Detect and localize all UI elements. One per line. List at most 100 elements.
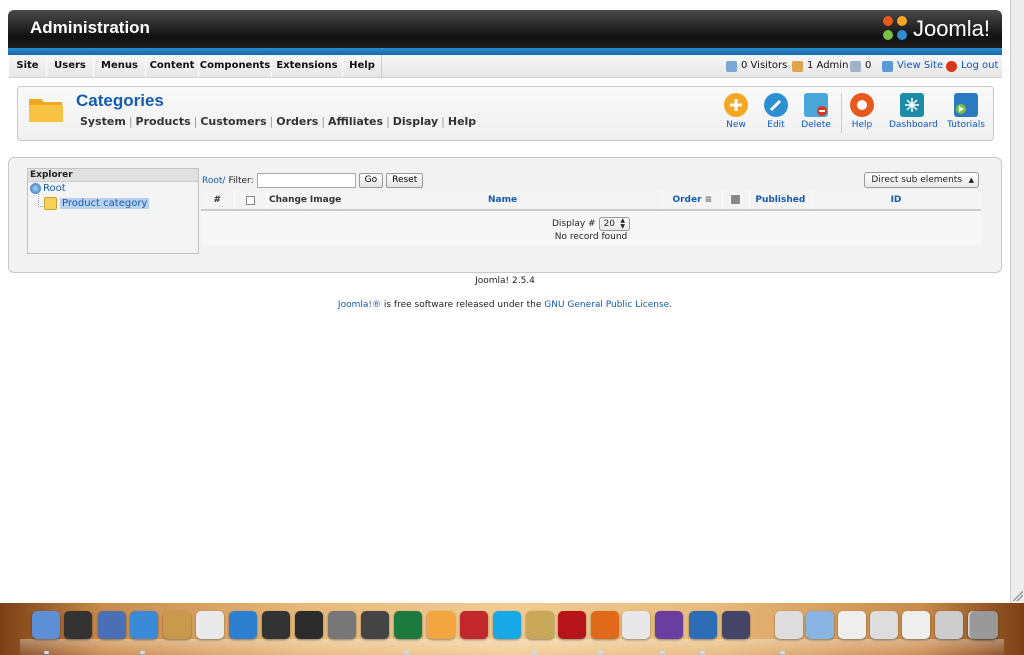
dock-app-icon[interactable] [689,611,717,639]
sort-icon: ≡ [704,195,713,205]
macos-dock [0,603,1024,655]
view-site-link[interactable]: View Site [882,55,943,77]
globe-icon [30,183,41,194]
dashboard-button[interactable]: Dashboard [889,93,938,130]
joomla-logo-icon [882,16,909,42]
dock-app-icon[interactable] [98,611,126,639]
col-order[interactable]: Order ≡ [663,191,723,209]
breadcrumb-root[interactable]: Root/ [202,176,225,186]
categories-table: # Change Image Name Order ≡ Published ID… [201,191,981,245]
edit-button[interactable]: Edit [754,93,798,130]
dock-shelf [20,639,1004,655]
dock-app-icon[interactable] [775,611,803,639]
updown-arrow-icon: ▲▼ [620,217,626,230]
submenu-orders[interactable]: Orders [276,115,318,128]
dock-app-icon[interactable] [622,611,650,639]
resize-grip-icon[interactable] [1013,591,1023,601]
dock-app-icon[interactable] [460,611,488,639]
category-submenu: System | Products | Customers | Orders | Aff… [80,115,477,128]
empty-message: No record found [554,232,628,242]
dock-app-icon[interactable] [328,611,356,639]
dock-app-icon[interactable] [295,611,323,639]
col-checkbox[interactable] [235,191,269,209]
menu-components[interactable]: Components [198,55,272,77]
dock-app-icon[interactable] [361,611,389,639]
page-title: Categories [76,91,164,110]
dock-app-icon[interactable] [64,611,92,639]
folder-small-icon [44,197,57,210]
new-button[interactable]: New [714,93,758,130]
folder-icon [29,99,63,122]
reset-button[interactable]: Reset [386,173,424,188]
dock-app-icon[interactable] [870,611,898,639]
dock-app-icon[interactable] [262,611,290,639]
submenu-display[interactable]: Display [393,115,438,128]
trash-icon [804,93,828,117]
col-published[interactable]: Published [750,191,812,209]
dock-app-icon[interactable] [493,611,521,639]
dock-app-icon[interactable] [806,611,834,639]
display-count-select[interactable]: 20 ▲ ▼ [598,217,631,231]
dock-app-icon[interactable] [655,611,683,639]
pencil-icon [764,93,788,117]
monitor-icon [882,60,893,72]
filter-input[interactable] [256,173,356,188]
submenu-help[interactable]: Help [448,115,476,128]
col-save-order[interactable] [723,191,750,209]
col-name[interactable]: Name [343,191,663,209]
scope-select[interactable]: Direct sub elements ▲▼ [864,172,979,198]
menu-extensions[interactable]: Extensions [271,55,343,77]
status-messages[interactable]: 0 [850,55,871,77]
col-change: Change [268,191,309,209]
dock-app-icon[interactable] [394,611,422,639]
col-id[interactable]: ID [812,191,981,209]
dock-app-icon[interactable] [427,611,455,639]
dock-running-indicator [532,651,537,654]
dock-app-icon[interactable] [558,611,586,639]
dock-app-icon[interactable] [591,611,619,639]
dock-app-icon[interactable] [838,611,866,639]
help-button[interactable]: Help [840,93,884,130]
power-icon [946,60,957,72]
col-image: Image [309,191,344,209]
tutorials-button[interactable]: Tutorials [944,93,988,130]
dock-app-icon[interactable] [130,611,158,639]
plus-icon [724,93,748,117]
dock-app-icon[interactable] [229,611,257,639]
dock-app-icon[interactable] [196,611,224,639]
menu-menus[interactable]: Menus [93,55,146,77]
dock-app-icon[interactable] [163,611,191,639]
tree-root[interactable]: Root [30,183,66,194]
dock-app-icon[interactable] [902,611,930,639]
select-all-checkbox[interactable] [246,196,256,205]
dock-app-icon[interactable] [970,611,998,639]
dock-app-icon[interactable] [935,611,963,639]
lifebuoy-icon [850,93,874,117]
dock-app-icon[interactable] [722,611,750,639]
logout-link[interactable]: Log out [946,55,998,77]
tree-item-product-category[interactable]: Product category [44,197,150,210]
submenu-products[interactable]: Products [136,115,191,128]
go-button[interactable]: Go [358,173,384,188]
col-number: # [201,191,235,209]
gpl-link[interactable]: GNU General Public License [544,300,669,310]
submenu-affiliates[interactable]: Affiliates [328,115,383,128]
display-label: Display # [551,219,596,229]
submenu-customers[interactable]: Customers [200,115,266,128]
filter-label: Filter: [228,175,254,186]
dock-app-icon[interactable] [32,611,60,639]
vertical-scrollbar[interactable] [1010,0,1024,603]
save-icon[interactable] [731,195,741,204]
menu-site[interactable]: Site [8,55,47,77]
dock-app-icon[interactable] [526,611,554,639]
dock-running-indicator [404,651,409,654]
menu-users[interactable]: Users [46,55,94,77]
video-icon [954,93,978,117]
menu-content[interactable]: Content [145,55,199,77]
version-text: Joomla! 2.5.4 [475,276,535,286]
submenu-system[interactable]: System [80,115,126,128]
joomla-link[interactable]: Joomla!® [338,300,381,310]
delete-button[interactable]: Delete [794,93,838,130]
menu-help[interactable]: Help [342,55,382,77]
dock-running-indicator [140,651,145,654]
